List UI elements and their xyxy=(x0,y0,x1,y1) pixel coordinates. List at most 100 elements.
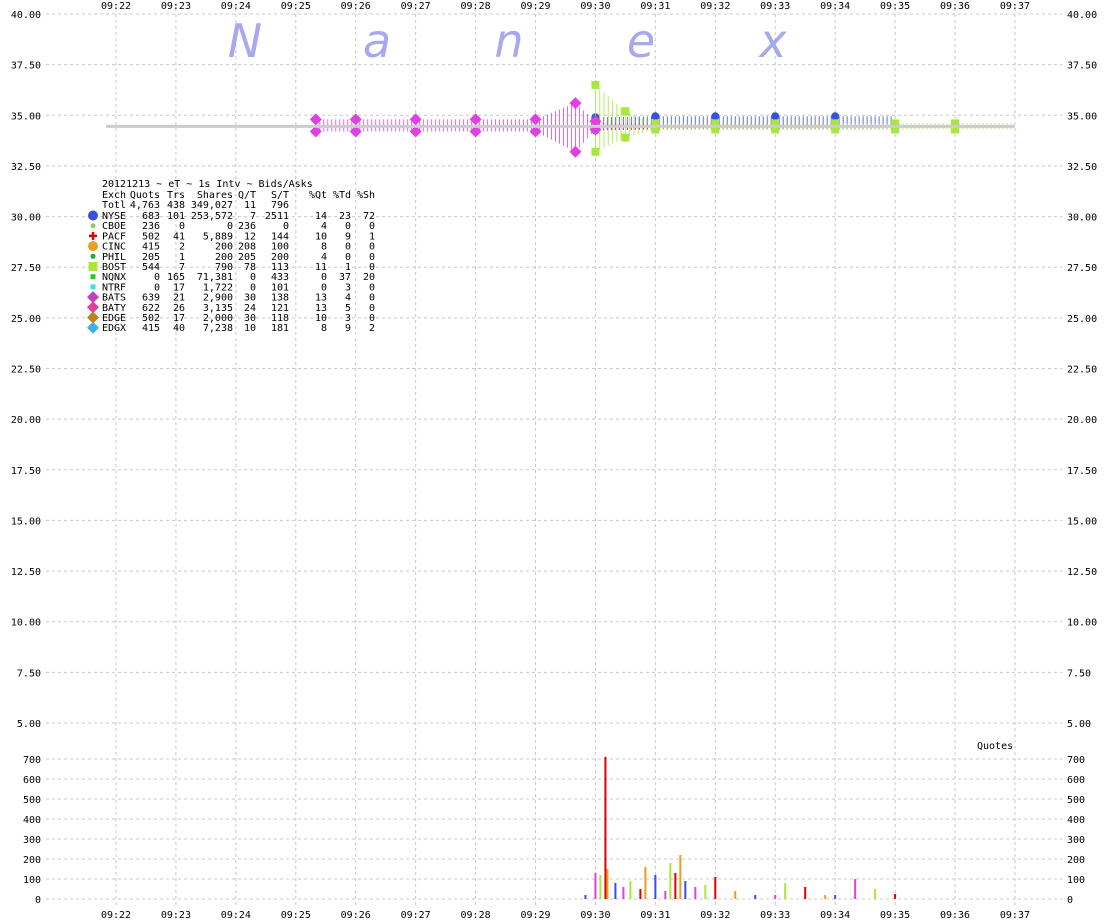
stats-total-cell: Totl xyxy=(102,200,126,211)
x-tick-label-top: 09:28 xyxy=(461,1,491,12)
x-tick-label-bottom: 09:32 xyxy=(700,910,730,921)
x-tick-label-bottom: 09:22 xyxy=(101,910,131,921)
volume-bar xyxy=(622,887,625,899)
x-tick-label-bottom: 09:36 xyxy=(940,910,970,921)
x-tick-label-bottom: 09:27 xyxy=(401,910,431,921)
stats-cell: 415 xyxy=(142,323,160,334)
y-tick-label-left: 10.00 xyxy=(11,618,41,629)
stats-cell: 2 xyxy=(369,323,375,334)
volume-bar xyxy=(694,887,697,899)
x-tick-label-top: 09:27 xyxy=(401,1,431,12)
data-point-nyse xyxy=(831,112,840,121)
volume-bar xyxy=(584,895,587,899)
stats-column-header: %Sh xyxy=(357,190,375,201)
volume-bar xyxy=(684,881,687,899)
vol-tick-label-right: 400 xyxy=(1067,815,1085,826)
y-tick-label-left: 20.00 xyxy=(11,415,41,426)
x-tick-label-top: 09:24 xyxy=(221,1,251,12)
volume-bar xyxy=(594,873,597,899)
volume-bar xyxy=(599,875,602,899)
x-tick-label-bottom: 09:33 xyxy=(760,910,790,921)
volume-bar xyxy=(834,895,837,899)
y-tick-label-right: 37.50 xyxy=(1067,61,1097,72)
stats-total-cell: 4,763 xyxy=(130,200,160,211)
x-tick-label-top: 09:32 xyxy=(700,1,730,12)
x-tick-label-top: 09:25 xyxy=(281,1,311,12)
x-tick-label-top: 09:35 xyxy=(880,1,910,12)
y-tick-label-left: 40.00 xyxy=(11,10,41,21)
volume-bar xyxy=(644,867,647,899)
volume-bar xyxy=(714,877,717,899)
legend-marker xyxy=(88,262,98,271)
x-tick-label-bottom: 09:29 xyxy=(520,910,550,921)
vol-tick-label-left: 400 xyxy=(23,815,41,826)
volume-bar xyxy=(614,883,617,899)
x-tick-label-top: 09:23 xyxy=(161,1,191,12)
legend-marker xyxy=(88,241,98,252)
stats-total-cell: 796 xyxy=(271,200,289,211)
vol-tick-label-left: 600 xyxy=(23,775,41,786)
volume-bar xyxy=(664,891,667,899)
stats-cell: 40 xyxy=(173,323,185,334)
volume-bar xyxy=(874,889,877,899)
y-tick-label-left: 37.50 xyxy=(11,61,41,72)
legend-marker xyxy=(89,231,97,240)
stats-column-header: %Td xyxy=(333,190,351,201)
x-tick-label-bottom: 09:31 xyxy=(640,910,670,921)
legend-marker xyxy=(90,253,96,259)
legend-marker xyxy=(90,284,96,290)
watermark-letter: a xyxy=(363,14,391,68)
vol-tick-label-left: 200 xyxy=(23,855,41,866)
y-tick-label-right: 5.00 xyxy=(1067,719,1091,730)
vol-tick-label-right: 700 xyxy=(1067,755,1085,766)
data-point-nyse xyxy=(651,112,660,121)
legend-marker xyxy=(88,210,98,221)
nanex-watermark: Na n e x xyxy=(228,14,788,68)
stats-total-cell: 438 xyxy=(167,200,185,211)
stats-total-cell: 349,027 xyxy=(191,200,233,211)
x-tick-label-bottom: 09:30 xyxy=(580,910,610,921)
y-tick-label-left: 25.00 xyxy=(11,314,41,325)
data-point-bost xyxy=(591,80,600,89)
data-point-bost xyxy=(621,107,630,116)
x-tick-label-top: 09:37 xyxy=(1000,1,1030,12)
y-tick-label-right: 27.50 xyxy=(1067,263,1097,274)
x-tick-label-top: 09:36 xyxy=(940,1,970,12)
x-tick-label-top: 09:29 xyxy=(520,1,550,12)
stats-cell: 7,238 xyxy=(203,323,233,334)
x-tick-label-top: 09:31 xyxy=(640,1,670,12)
volume-bar xyxy=(679,855,682,899)
x-tick-label-bottom: 09:24 xyxy=(221,910,251,921)
x-tick-label-bottom: 09:37 xyxy=(1000,910,1030,921)
vol-tick-label-left: 500 xyxy=(23,795,41,806)
x-tick-label-bottom: 09:23 xyxy=(161,910,191,921)
vol-tick-label-right: 200 xyxy=(1067,855,1085,866)
vol-tick-label-right: 500 xyxy=(1067,795,1085,806)
volume-bar xyxy=(774,895,777,899)
data-point-bost xyxy=(591,147,600,156)
stats-cell: 8 xyxy=(321,323,327,334)
quote-volume-bars xyxy=(584,757,897,899)
vol-tick-label-right: 100 xyxy=(1067,875,1085,886)
vol-tick-label-left: 300 xyxy=(23,835,41,846)
y-tick-label-left: 12.50 xyxy=(11,567,41,578)
quotes-panel-title: Quotes xyxy=(977,741,1013,752)
volume-bar xyxy=(894,894,897,899)
y-tick-label-right: 20.00 xyxy=(1067,415,1097,426)
y-tick-label-right: 30.00 xyxy=(1067,213,1097,224)
stats-cell: 181 xyxy=(271,323,289,334)
y-tick-label-left: 17.50 xyxy=(11,466,41,477)
volume-bar xyxy=(674,873,677,899)
vol-tick-label-left: 100 xyxy=(23,875,41,886)
stats-cell: 9 xyxy=(345,323,351,334)
volume-bar xyxy=(804,887,807,899)
y-tick-label-left: 27.50 xyxy=(11,263,41,274)
x-tick-label-bottom: 09:28 xyxy=(461,910,491,921)
grid-lines xyxy=(46,8,1062,905)
vol-tick-label-left: 700 xyxy=(23,755,41,766)
volume-bar xyxy=(629,881,632,899)
y-tick-label-right: 35.00 xyxy=(1067,111,1097,122)
stats-total-cell: 11 xyxy=(244,200,256,211)
y-tick-label-right: 22.50 xyxy=(1067,365,1097,376)
legend-marker xyxy=(87,321,99,334)
